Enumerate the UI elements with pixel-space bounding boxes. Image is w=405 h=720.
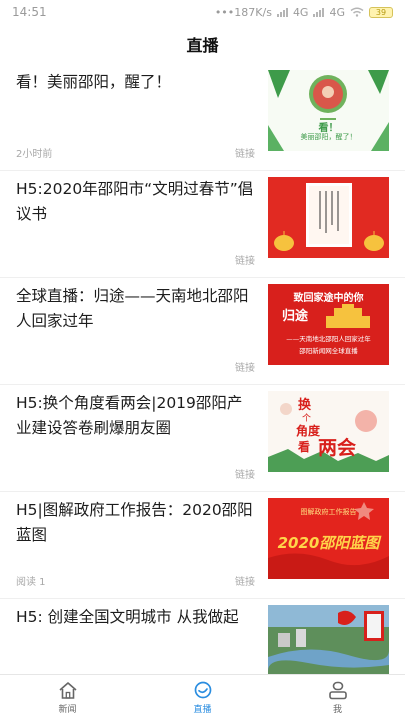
profile-icon xyxy=(328,681,347,699)
list-item[interactable]: H5:换个角度看两会|2019邵阳产业建设答卷刷爆朋友圈 链接 换 个 角度 看… xyxy=(0,385,405,492)
thumb-caption-4: 邵阳新闻网全球直播 xyxy=(299,347,358,355)
tab-news-label: 新闻 xyxy=(58,704,77,715)
status-bar: 14:51 •••187K/s 4G 4G 39 xyxy=(0,0,405,24)
news-title[interactable]: 全球直播：归途——天南地北邵阳人回家过年 xyxy=(16,284,254,334)
news-link-label[interactable]: 链接 xyxy=(235,466,255,481)
news-title[interactable]: 看！美丽邵阳，醒了！ xyxy=(16,70,254,95)
portrait-thumbnail-icon[interactable]: 看！ 美丽邵阳，醒了！ xyxy=(268,70,389,151)
live-news-list[interactable]: 看！美丽邵阳，醒了！ 2小时前 链接 看！ 美丽邵阳，醒了！ H5:2020年邵… xyxy=(0,64,405,674)
two-sessions-thumbnail-icon[interactable]: 换 个 角度 看 两会 xyxy=(268,391,389,472)
thumb-caption-3: ——天南地北邵阳人回家过年 xyxy=(286,335,371,343)
network-speed: •••187K/s xyxy=(214,5,272,19)
news-link-label[interactable]: 链接 xyxy=(235,145,255,160)
signal-icon xyxy=(276,7,288,17)
thumb-caption-2: 归途 xyxy=(282,309,309,324)
signal-icon-2 xyxy=(313,7,325,17)
lantern-thumbnail-icon[interactable] xyxy=(268,177,389,258)
news-title[interactable]: H5: 创建全国文明城市 从我做起 xyxy=(16,605,254,630)
wifi-icon xyxy=(350,7,364,17)
status-indicators: •••187K/s 4G 4G 39 xyxy=(215,6,393,19)
list-item[interactable]: H5:2020年邵阳市“文明过春节”倡议书 链接 xyxy=(0,171,405,278)
list-item[interactable]: H5: 创建全国文明城市 从我做起 xyxy=(0,599,405,674)
news-title[interactable]: H5|图解政府工作报告：2020邵阳蓝图 xyxy=(16,498,254,548)
tab-me-label: 我 xyxy=(332,704,342,715)
list-item[interactable]: H5|图解政府工作报告：2020邵阳蓝图 阅读 1 链接 图解政府工作报告 20… xyxy=(0,492,405,599)
page-title: 直播 xyxy=(186,36,219,55)
list-item[interactable]: 全球直播：归途——天南地北邵阳人回家过年 链接 致回家途中的你 归途 ——天南地… xyxy=(0,278,405,385)
news-title[interactable]: H5:2020年邵阳市“文明过春节”倡议书 xyxy=(16,177,254,227)
network-type-2: 4G xyxy=(329,5,345,19)
bottom-tab-bar: 新闻 直播 我 xyxy=(0,674,405,720)
network-type-1: 4G xyxy=(292,5,309,19)
thumb-caption-4: 看 xyxy=(298,440,311,454)
news-time: 2小时前 xyxy=(16,149,53,160)
blueprint-thumbnail-icon[interactable]: 图解政府工作报告 2020邵阳蓝图 xyxy=(268,498,389,579)
news-link-label[interactable]: 链接 xyxy=(235,252,255,267)
thumb-caption-2: 2020邵阳蓝图 xyxy=(277,534,380,552)
thumb-caption-1: 致回家途中的你 xyxy=(293,293,364,304)
thumb-caption-2: 美丽邵阳，醒了！ xyxy=(300,133,357,141)
news-link-label[interactable]: 链接 xyxy=(235,573,255,588)
tab-live[interactable]: 直播 xyxy=(135,675,270,720)
news-title[interactable]: H5:换个角度看两会|2019邵阳产业建设答卷刷爆朋友圈 xyxy=(16,391,254,441)
tab-live-label: 直播 xyxy=(193,704,212,715)
status-time: 14:51 xyxy=(12,5,47,19)
tab-news[interactable]: 新闻 xyxy=(0,675,135,720)
live-icon xyxy=(194,681,211,698)
homecoming-thumbnail-icon[interactable]: 致回家途中的你 归途 ——天南地北邵阳人回家过年 邵阳新闻网全球直播 xyxy=(268,284,389,365)
city-aerial-thumbnail-icon[interactable] xyxy=(268,605,389,674)
tab-me[interactable]: 我 xyxy=(270,675,405,720)
thumb-caption-1: 图解政府工作报告 xyxy=(300,508,357,516)
list-item[interactable]: 看！美丽邵阳，醒了！ 2小时前 链接 看！ 美丽邵阳，醒了！ xyxy=(0,64,405,171)
home-icon xyxy=(58,681,77,699)
thumb-caption-3: 角度 xyxy=(296,424,321,438)
news-time: 阅读 1 xyxy=(16,577,46,588)
top-header: 直播 xyxy=(0,24,405,64)
news-link-label[interactable]: 链接 xyxy=(235,359,255,374)
thumb-caption-5: 两会 xyxy=(318,437,357,459)
battery-icon: 39 xyxy=(369,6,393,18)
